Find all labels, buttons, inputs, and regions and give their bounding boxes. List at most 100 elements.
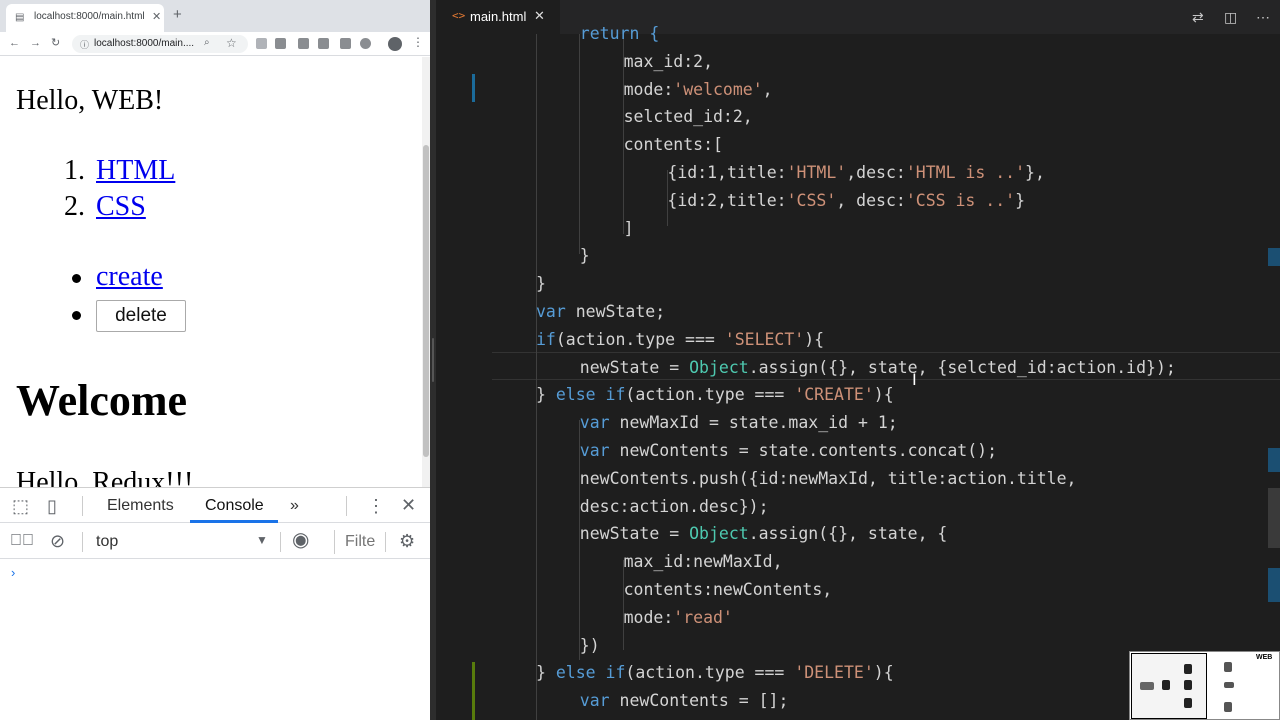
code-token: ){	[873, 663, 894, 683]
code-line[interactable]: newState = Object.assign({}, state, {	[580, 520, 948, 548]
code-line[interactable]: contents:[	[624, 131, 723, 159]
code-line[interactable]: var newContents = state.contents.concat(…	[580, 437, 997, 465]
code-token: 'CREATE'	[794, 385, 874, 405]
code-line[interactable]: return {	[580, 20, 659, 48]
forward-icon[interactable]: →	[30, 35, 41, 51]
code-token: newContents = [];	[609, 691, 789, 711]
code-area[interactable]: return { max_id:2, mode:'welcome', selcted_…	[436, 24, 1280, 720]
html-file-icon: <>	[452, 9, 466, 22]
scrollbar-thumb[interactable]	[423, 145, 429, 457]
code-line[interactable]: max_id:2,	[624, 48, 713, 76]
code-line[interactable]: var newMaxId = state.max_id + 1;	[580, 409, 898, 437]
context-selector[interactable]: top	[96, 533, 118, 551]
extension-icon[interactable]	[275, 38, 286, 49]
modified-line-marker	[472, 74, 475, 102]
code-token: 'HTML is ..'	[905, 163, 1026, 182]
code-token: {id:2,title:	[667, 190, 787, 210]
code-line[interactable]: ]	[624, 215, 634, 243]
topic-link-html[interactable]: HTML	[96, 155, 175, 187]
code-line[interactable]: var newState;	[536, 298, 665, 326]
extension-icon[interactable]	[318, 38, 329, 49]
code-token: ,desc:	[846, 163, 906, 182]
settings-gear-icon[interactable]: ⚙	[399, 531, 415, 551]
show-sidebar-icon[interactable]: ▶⃞	[10, 531, 34, 551]
code-line[interactable]: mode:'welcome',	[624, 76, 773, 104]
reload-icon[interactable]: ↻	[51, 35, 60, 51]
new-tab-icon[interactable]: +	[173, 7, 182, 23]
code-line[interactable]: selcted_id:2,	[624, 103, 753, 131]
more-tabs-button[interactable]: »	[290, 497, 299, 515]
scrollbar-thumb[interactable]	[1268, 488, 1280, 548]
browser-tab[interactable]: ▤ localhost:8000/main.html ✕	[6, 4, 164, 32]
code-line[interactable]: contents:newContents,	[624, 576, 833, 604]
code-line[interactable]: } else if(action.type === 'DELETE'){	[536, 659, 894, 687]
close-tab-icon[interactable]: ✕	[152, 10, 161, 23]
delete-button[interactable]: delete	[96, 300, 186, 332]
browser-menu-icon[interactable]: ⋮	[412, 35, 424, 49]
indent-guide	[579, 34, 580, 254]
more-actions-icon[interactable]: ⋯	[1256, 9, 1270, 26]
code-token: 'CSS'	[786, 190, 837, 210]
topic-link-css[interactable]: CSS	[96, 191, 146, 223]
devtools-menu-icon[interactable]: ⋮	[367, 496, 385, 516]
code-line[interactable]: }	[580, 242, 590, 270]
back-icon[interactable]: ←	[9, 35, 20, 51]
extension-icon[interactable]	[340, 38, 351, 49]
close-editor-tab-icon[interactable]: ✕	[534, 8, 545, 24]
extension-icon[interactable]	[360, 38, 371, 49]
close-devtools-icon[interactable]: ✕	[401, 495, 416, 515]
mouse-ibeam-cursor: I	[912, 370, 917, 389]
code-token: newState =	[579, 357, 690, 377]
list-number: 2.	[64, 191, 85, 222]
code-line[interactable]: } else if(action.type === 'CREATE'){	[536, 381, 894, 409]
code-token: Object	[689, 524, 749, 544]
code-line[interactable]: max_id:newMaxId,	[624, 548, 783, 576]
sketch-figure	[1140, 682, 1154, 690]
console-prompt-icon[interactable]: ›	[11, 565, 15, 580]
sketch-figure	[1184, 680, 1192, 690]
code-line[interactable]: newState = Object.assign({}, state, {sel…	[580, 354, 1176, 382]
code-token: (action.type ===	[625, 663, 795, 683]
console-filter-input[interactable]	[334, 530, 378, 554]
dropdown-caret-icon[interactable]: ▼	[256, 533, 268, 547]
extension-icon[interactable]	[256, 38, 267, 49]
split-editor-icon[interactable]: ◫	[1224, 9, 1237, 26]
compare-changes-icon[interactable]: ⇄	[1192, 9, 1204, 26]
editor-scrollbar[interactable]	[1268, 68, 1280, 720]
editor-tab[interactable]: <> main.html ✕	[436, 0, 560, 34]
zoom-icon[interactable]: ⌕	[204, 37, 210, 48]
clear-console-icon[interactable]: ⊘	[50, 531, 65, 551]
code-token: 'DELETE'	[794, 663, 874, 683]
code-token: 'read'	[673, 607, 733, 627]
code-line[interactable]: mode:'read'	[624, 604, 733, 632]
code-token: else if	[555, 385, 626, 405]
create-link[interactable]: create	[96, 261, 163, 293]
divider	[346, 496, 347, 516]
device-toolbar-icon[interactable]: ▯	[47, 496, 57, 516]
page-scrollbar[interactable]	[422, 57, 430, 487]
info-icon[interactable]: ⓘ	[80, 38, 89, 51]
live-expression-eye-icon[interactable]: ◉	[292, 530, 309, 550]
splitter-grip[interactable]	[432, 338, 434, 382]
sketch-figure	[1224, 682, 1234, 688]
extension-icon[interactable]	[298, 38, 309, 49]
code-line[interactable]: desc:action.desc});	[580, 493, 769, 521]
code-line[interactable]: {id:1,title:'HTML',desc:'HTML is ..'},	[667, 159, 1045, 187]
tab-elements[interactable]: Elements	[107, 497, 174, 515]
code-line[interactable]: })	[580, 632, 600, 660]
code-line[interactable]: var newContents = [];	[580, 687, 789, 715]
address-bar-url: localhost:8000/main....	[94, 38, 195, 49]
code-token: return {	[579, 24, 660, 43]
code-token: var	[536, 302, 566, 321]
divider	[82, 532, 83, 552]
code-line[interactable]: if(action.type === 'SELECT'){	[536, 326, 824, 354]
tab-console[interactable]: Console	[205, 497, 264, 515]
code-line[interactable]: }	[536, 270, 546, 298]
profile-avatar-icon[interactable]	[388, 37, 402, 51]
address-bar[interactable]: ⓘ localhost:8000/main.... ⌕ ☆	[72, 35, 248, 53]
inspect-element-icon[interactable]: ⬚	[12, 496, 29, 516]
code-line[interactable]: newContents.push({id:newMaxId, title:act…	[580, 465, 1077, 493]
bookmark-star-icon[interactable]: ☆	[226, 36, 237, 50]
code-line[interactable]: {id:2,title:'CSS', desc:'CSS is ..'}	[667, 187, 1025, 215]
code-token: Object	[689, 357, 749, 377]
